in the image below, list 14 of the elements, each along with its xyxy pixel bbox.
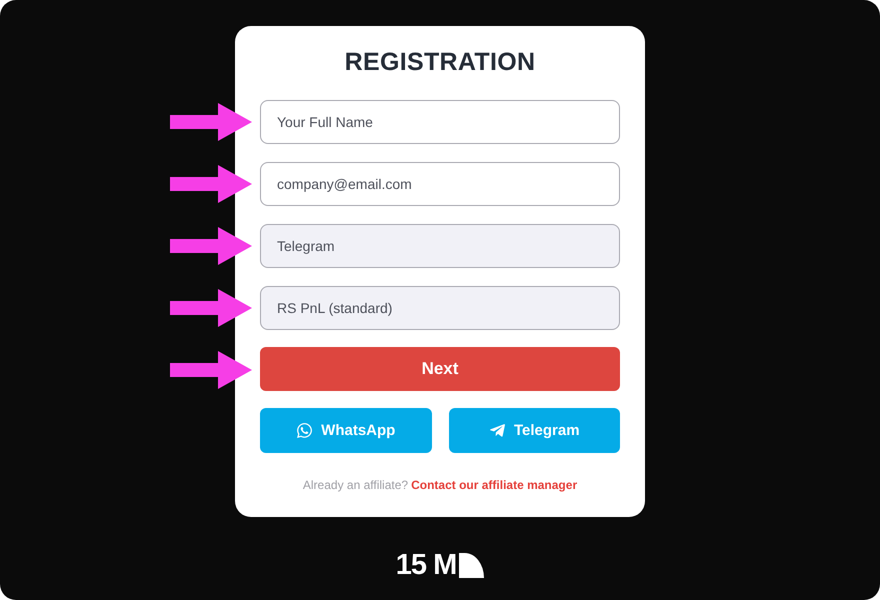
telegram-button[interactable]: Telegram	[448, 408, 620, 453]
paper-plane-icon	[488, 422, 506, 439]
whatsapp-button[interactable]: WhatsApp	[260, 408, 432, 453]
contact-manager-link[interactable]: Contact our affiliate manager	[411, 478, 578, 492]
input-field[interactable]: company@email.com	[260, 162, 620, 206]
next-button[interactable]: Next	[260, 347, 620, 391]
logo-mark-icon	[459, 552, 484, 578]
dropdown-field[interactable]: Telegram	[260, 224, 620, 268]
form-title: REGISTRATION	[344, 47, 536, 78]
affiliate-note: Already an affiliate? Contact our affiliate manager	[302, 477, 578, 493]
input-field[interactable]: Your Full Name	[260, 100, 620, 144]
logo-text: 15 M	[396, 549, 456, 581]
dropdown-field[interactable]: RS PnL (standard)	[260, 286, 620, 330]
whatsapp-icon	[296, 422, 314, 439]
